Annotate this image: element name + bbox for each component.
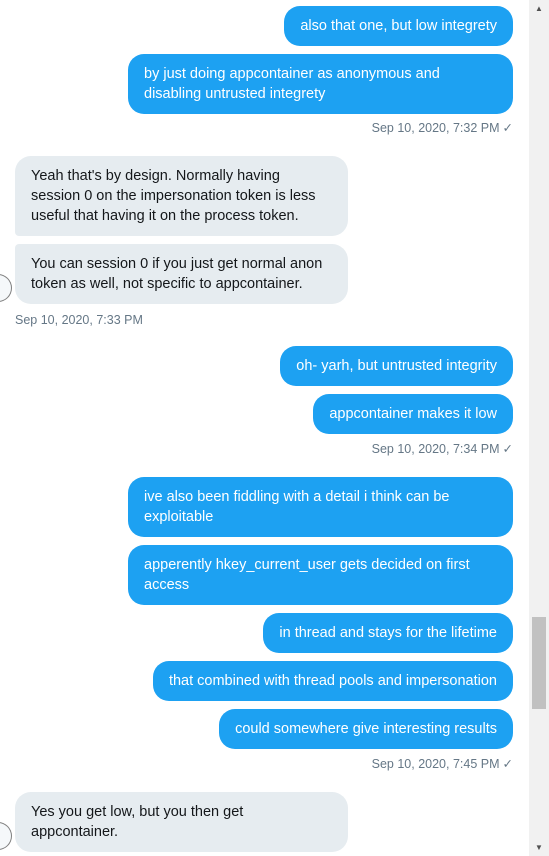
scroll-down-arrow-icon[interactable]: ▼ [529,839,549,856]
read-check-icon: ✓ [502,442,513,456]
message-bubble-outgoing[interactable]: appcontainer makes it low [313,394,513,434]
message-bubble-outgoing[interactable]: also that one, but low integrety [284,6,513,46]
read-check-icon: ✓ [502,121,513,135]
message-bubble-incoming[interactable]: Yeah that's by design. Normally having s… [15,156,348,236]
message-bubble-outgoing[interactable]: apperently hkey_current_user gets decide… [128,545,513,605]
message-bubble-outgoing[interactable]: that combined with thread pools and impe… [152,661,513,701]
message-timestamp: Sep 10, 2020, 7:32 PM ✓ [372,120,513,136]
timestamp-text: Sep 10, 2020, 7:45 PM [371,757,500,771]
message-bubble-outgoing[interactable]: by just doing appcontainer as anonymous … [128,54,513,114]
vertical-scrollbar[interactable]: ▲ ▼ [529,0,549,856]
message-timestamp: Sep 10, 2020, 7:34 PM ✓ [372,441,513,457]
timestamp-text: Sep 10, 2020, 7:34 PM [371,442,500,456]
avatar[interactable] [0,822,12,850]
conversation-pane: also that one, but low integrety by just… [0,0,529,856]
timestamp-text: Sep 10, 2020, 7:32 PM [371,121,500,135]
message-bubble-outgoing[interactable]: oh- yarh, but untrusted integrity [280,346,513,386]
message-bubble-outgoing[interactable]: ive also been fiddling with a detail i t… [128,477,513,537]
message-bubble-incoming[interactable]: You can session 0 if you just get normal… [15,244,348,304]
read-check-icon: ✓ [502,757,513,771]
message-bubble-outgoing[interactable]: in thread and stays for the lifetime [263,613,513,653]
message-bubble-outgoing[interactable]: could somewhere give interesting results [219,709,513,749]
message-timestamp: Sep 10, 2020, 7:45 PM ✓ [372,756,513,772]
message-timestamp: Sep 10, 2020, 7:33 PM [15,312,143,328]
scrollbar-thumb[interactable] [532,617,546,709]
timestamp-text: Sep 10, 2020, 7:33 PM [15,313,143,327]
message-bubble-incoming[interactable]: Yes you get low, but you then get appcon… [15,792,348,852]
avatar[interactable] [0,274,12,302]
scroll-up-arrow-icon[interactable]: ▲ [529,0,549,17]
